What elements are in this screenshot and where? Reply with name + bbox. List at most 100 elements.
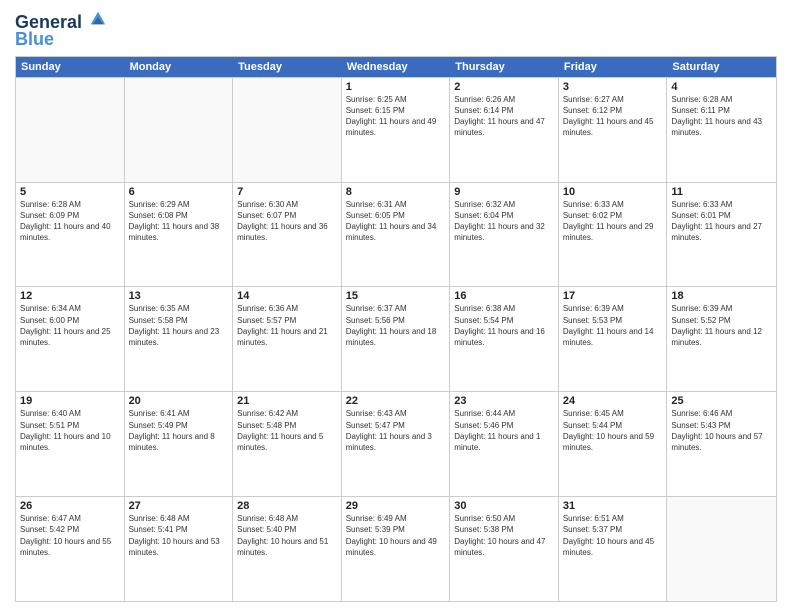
- calendar-row-0: 1Sunrise: 6:25 AM Sunset: 6:15 PM Daylig…: [16, 77, 776, 182]
- calendar-row-1: 5Sunrise: 6:28 AM Sunset: 6:09 PM Daylig…: [16, 182, 776, 287]
- cell-info: Sunrise: 6:49 AM Sunset: 5:39 PM Dayligh…: [346, 513, 446, 558]
- page-header: General Blue: [15, 10, 777, 50]
- day-number: 13: [129, 290, 229, 302]
- day-cell-2: 2Sunrise: 6:26 AM Sunset: 6:14 PM Daylig…: [450, 78, 559, 182]
- empty-cell-4-6: [667, 497, 776, 601]
- cell-info: Sunrise: 6:45 AM Sunset: 5:44 PM Dayligh…: [563, 408, 663, 453]
- cell-info: Sunrise: 6:27 AM Sunset: 6:12 PM Dayligh…: [563, 94, 663, 139]
- day-cell-9: 9Sunrise: 6:32 AM Sunset: 6:04 PM Daylig…: [450, 183, 559, 287]
- calendar-row-2: 12Sunrise: 6:34 AM Sunset: 6:00 PM Dayli…: [16, 286, 776, 391]
- day-cell-5: 5Sunrise: 6:28 AM Sunset: 6:09 PM Daylig…: [16, 183, 125, 287]
- day-cell-18: 18Sunrise: 6:39 AM Sunset: 5:52 PM Dayli…: [667, 287, 776, 391]
- day-cell-12: 12Sunrise: 6:34 AM Sunset: 6:00 PM Dayli…: [16, 287, 125, 391]
- day-number: 5: [20, 186, 120, 198]
- day-cell-4: 4Sunrise: 6:28 AM Sunset: 6:11 PM Daylig…: [667, 78, 776, 182]
- day-number: 7: [237, 186, 337, 198]
- day-number: 16: [454, 290, 554, 302]
- day-cell-8: 8Sunrise: 6:31 AM Sunset: 6:05 PM Daylig…: [342, 183, 451, 287]
- calendar-body: 1Sunrise: 6:25 AM Sunset: 6:15 PM Daylig…: [16, 77, 776, 601]
- day-number: 11: [671, 186, 772, 198]
- day-cell-28: 28Sunrise: 6:48 AM Sunset: 5:40 PM Dayli…: [233, 497, 342, 601]
- day-cell-1: 1Sunrise: 6:25 AM Sunset: 6:15 PM Daylig…: [342, 78, 451, 182]
- cell-info: Sunrise: 6:33 AM Sunset: 6:02 PM Dayligh…: [563, 199, 663, 244]
- day-number: 21: [237, 395, 337, 407]
- calendar-page: General Blue SundayMondayTuesdayWednesda…: [0, 0, 792, 612]
- day-cell-29: 29Sunrise: 6:49 AM Sunset: 5:39 PM Dayli…: [342, 497, 451, 601]
- day-of-week-wednesday: Wednesday: [342, 57, 451, 77]
- cell-info: Sunrise: 6:25 AM Sunset: 6:15 PM Dayligh…: [346, 94, 446, 139]
- cell-info: Sunrise: 6:30 AM Sunset: 6:07 PM Dayligh…: [237, 199, 337, 244]
- day-of-week-saturday: Saturday: [667, 57, 776, 77]
- calendar-row-4: 26Sunrise: 6:47 AM Sunset: 5:42 PM Dayli…: [16, 496, 776, 601]
- cell-info: Sunrise: 6:51 AM Sunset: 5:37 PM Dayligh…: [563, 513, 663, 558]
- day-cell-11: 11Sunrise: 6:33 AM Sunset: 6:01 PM Dayli…: [667, 183, 776, 287]
- day-number: 4: [671, 81, 772, 93]
- empty-cell-0-2: [233, 78, 342, 182]
- cell-info: Sunrise: 6:32 AM Sunset: 6:04 PM Dayligh…: [454, 199, 554, 244]
- day-number: 27: [129, 500, 229, 512]
- cell-info: Sunrise: 6:37 AM Sunset: 5:56 PM Dayligh…: [346, 303, 446, 348]
- day-cell-26: 26Sunrise: 6:47 AM Sunset: 5:42 PM Dayli…: [16, 497, 125, 601]
- day-cell-14: 14Sunrise: 6:36 AM Sunset: 5:57 PM Dayli…: [233, 287, 342, 391]
- cell-info: Sunrise: 6:40 AM Sunset: 5:51 PM Dayligh…: [20, 408, 120, 453]
- cell-info: Sunrise: 6:44 AM Sunset: 5:46 PM Dayligh…: [454, 408, 554, 453]
- day-number: 26: [20, 500, 120, 512]
- day-cell-3: 3Sunrise: 6:27 AM Sunset: 6:12 PM Daylig…: [559, 78, 668, 182]
- cell-info: Sunrise: 6:41 AM Sunset: 5:49 PM Dayligh…: [129, 408, 229, 453]
- empty-cell-0-0: [16, 78, 125, 182]
- day-of-week-tuesday: Tuesday: [233, 57, 342, 77]
- cell-info: Sunrise: 6:35 AM Sunset: 5:58 PM Dayligh…: [129, 303, 229, 348]
- day-number: 18: [671, 290, 772, 302]
- day-cell-17: 17Sunrise: 6:39 AM Sunset: 5:53 PM Dayli…: [559, 287, 668, 391]
- day-number: 6: [129, 186, 229, 198]
- cell-info: Sunrise: 6:43 AM Sunset: 5:47 PM Dayligh…: [346, 408, 446, 453]
- day-number: 30: [454, 500, 554, 512]
- day-number: 23: [454, 395, 554, 407]
- day-of-week-thursday: Thursday: [450, 57, 559, 77]
- cell-info: Sunrise: 6:39 AM Sunset: 5:52 PM Dayligh…: [671, 303, 772, 348]
- day-cell-30: 30Sunrise: 6:50 AM Sunset: 5:38 PM Dayli…: [450, 497, 559, 601]
- day-number: 8: [346, 186, 446, 198]
- day-number: 25: [671, 395, 772, 407]
- day-number: 9: [454, 186, 554, 198]
- logo: General Blue: [15, 10, 107, 50]
- day-number: 17: [563, 290, 663, 302]
- day-cell-6: 6Sunrise: 6:29 AM Sunset: 6:08 PM Daylig…: [125, 183, 234, 287]
- day-cell-10: 10Sunrise: 6:33 AM Sunset: 6:02 PM Dayli…: [559, 183, 668, 287]
- logo-icon: [89, 10, 107, 28]
- cell-info: Sunrise: 6:48 AM Sunset: 5:40 PM Dayligh…: [237, 513, 337, 558]
- day-number: 24: [563, 395, 663, 407]
- day-number: 14: [237, 290, 337, 302]
- calendar-row-3: 19Sunrise: 6:40 AM Sunset: 5:51 PM Dayli…: [16, 391, 776, 496]
- day-number: 20: [129, 395, 229, 407]
- day-of-week-monday: Monday: [125, 57, 234, 77]
- cell-info: Sunrise: 6:42 AM Sunset: 5:48 PM Dayligh…: [237, 408, 337, 453]
- calendar: SundayMondayTuesdayWednesdayThursdayFrid…: [15, 56, 777, 602]
- day-cell-21: 21Sunrise: 6:42 AM Sunset: 5:48 PM Dayli…: [233, 392, 342, 496]
- day-of-week-friday: Friday: [559, 57, 668, 77]
- day-of-week-sunday: Sunday: [16, 57, 125, 77]
- day-number: 31: [563, 500, 663, 512]
- day-number: 28: [237, 500, 337, 512]
- cell-info: Sunrise: 6:28 AM Sunset: 6:11 PM Dayligh…: [671, 94, 772, 139]
- cell-info: Sunrise: 6:28 AM Sunset: 6:09 PM Dayligh…: [20, 199, 120, 244]
- day-number: 15: [346, 290, 446, 302]
- day-cell-24: 24Sunrise: 6:45 AM Sunset: 5:44 PM Dayli…: [559, 392, 668, 496]
- cell-info: Sunrise: 6:38 AM Sunset: 5:54 PM Dayligh…: [454, 303, 554, 348]
- day-cell-7: 7Sunrise: 6:30 AM Sunset: 6:07 PM Daylig…: [233, 183, 342, 287]
- day-number: 1: [346, 81, 446, 93]
- day-cell-25: 25Sunrise: 6:46 AM Sunset: 5:43 PM Dayli…: [667, 392, 776, 496]
- cell-info: Sunrise: 6:47 AM Sunset: 5:42 PM Dayligh…: [20, 513, 120, 558]
- day-number: 19: [20, 395, 120, 407]
- day-cell-19: 19Sunrise: 6:40 AM Sunset: 5:51 PM Dayli…: [16, 392, 125, 496]
- day-cell-13: 13Sunrise: 6:35 AM Sunset: 5:58 PM Dayli…: [125, 287, 234, 391]
- day-number: 10: [563, 186, 663, 198]
- day-cell-27: 27Sunrise: 6:48 AM Sunset: 5:41 PM Dayli…: [125, 497, 234, 601]
- cell-info: Sunrise: 6:46 AM Sunset: 5:43 PM Dayligh…: [671, 408, 772, 453]
- cell-info: Sunrise: 6:48 AM Sunset: 5:41 PM Dayligh…: [129, 513, 229, 558]
- cell-info: Sunrise: 6:33 AM Sunset: 6:01 PM Dayligh…: [671, 199, 772, 244]
- day-number: 2: [454, 81, 554, 93]
- day-cell-22: 22Sunrise: 6:43 AM Sunset: 5:47 PM Dayli…: [342, 392, 451, 496]
- day-number: 29: [346, 500, 446, 512]
- calendar-header: SundayMondayTuesdayWednesdayThursdayFrid…: [16, 57, 776, 77]
